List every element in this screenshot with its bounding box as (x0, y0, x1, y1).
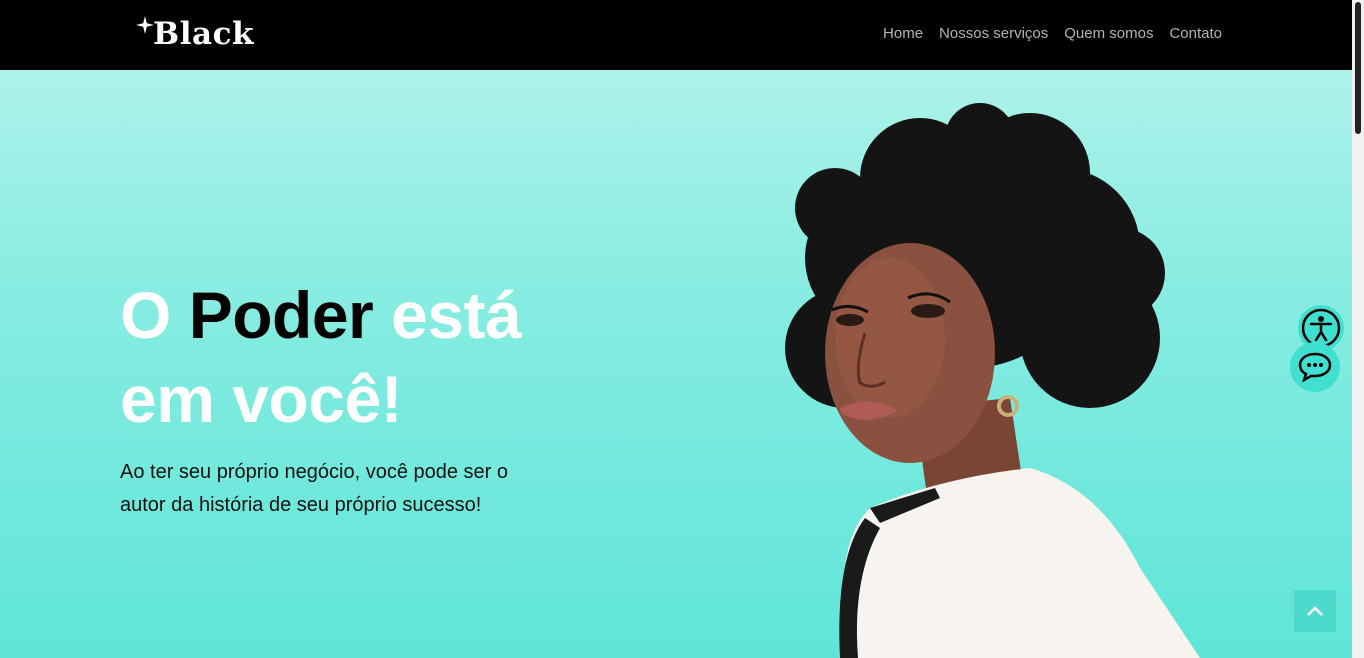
nav-link-quem-somos[interactable]: Quem somos (1064, 24, 1153, 44)
brand-name: Black (153, 16, 254, 52)
brand-logo[interactable]: Black (136, 14, 254, 54)
headline-word-o: O (120, 278, 171, 352)
hero-subtext: Ao ter seu próprio negócio, você pode se… (120, 461, 509, 516)
chat-bubble-icon (1298, 352, 1332, 382)
nav-link-home[interactable]: Home (883, 24, 923, 44)
chat-button[interactable] (1290, 342, 1340, 392)
nav-link-servicos[interactable]: Nossos serviços (939, 24, 1048, 44)
headline-word-poder: Poder (188, 278, 374, 352)
navbar: Black Home Nossos serviços Quem somos Co… (0, 0, 1352, 70)
headline-word-esta: está (391, 278, 522, 352)
chevron-up-icon (1307, 606, 1323, 616)
page-scrollbar[interactable] (1352, 0, 1364, 658)
hero-portrait-image (785, 103, 1200, 658)
main-nav: Home Nossos serviços Quem somos Contato (883, 24, 1222, 44)
back-to-top-button[interactable] (1294, 590, 1336, 632)
scrollbar-thumb[interactable] (1355, 2, 1361, 134)
headline-line-2: em você! (120, 362, 403, 436)
hero-section: O Poder está em você! Ao ter seu próprio… (0, 70, 1352, 658)
hero-headline: O Poder está em você! (120, 273, 580, 441)
nav-link-contato[interactable]: Contato (1169, 24, 1222, 44)
sparkle-star-icon (136, 16, 154, 34)
